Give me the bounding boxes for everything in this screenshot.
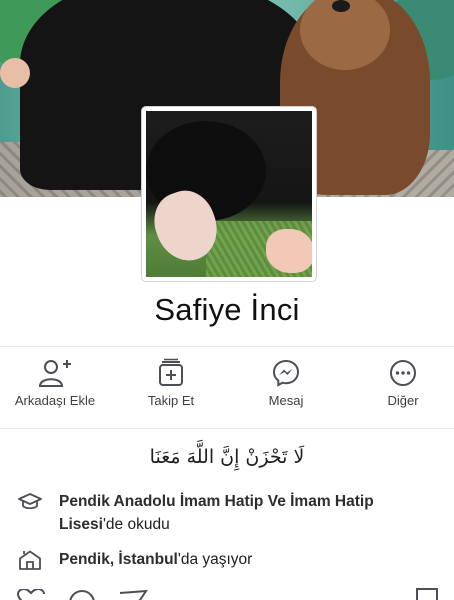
add-friend-button[interactable]: Arkadaşı Ekle [0, 358, 110, 408]
education-suffix: 'de okudu [102, 516, 170, 533]
education-info[interactable]: Pendik Anadolu İmam Hatip Ve İmam Hatip … [18, 490, 438, 538]
message-button[interactable]: Mesaj [231, 358, 341, 408]
bottom-icon-row [0, 585, 454, 600]
add-friend-label: Arkadaşı Ekle [14, 393, 96, 408]
message-label: Mesaj [268, 393, 304, 408]
more-button[interactable]: Diğer [348, 358, 454, 408]
bio-text: لَا تَحْزَنْ إِنَّ اللَّهَ مَعَنَا [149, 446, 305, 468]
heart-icon[interactable] [16, 589, 46, 600]
location-suffix: 'da yaşıyor [177, 551, 253, 568]
bookmark-icon[interactable] [414, 587, 440, 600]
follow-label: Takip Et [147, 393, 195, 408]
graduation-cap-icon [18, 493, 42, 510]
divider [0, 346, 454, 347]
profile-name: Safiye İnci [154, 292, 300, 327]
location-name[interactable]: Pendik, İstanbul [59, 551, 178, 568]
action-row: Arkadaşı Ekle Takip Et Mesaj Diğer [0, 358, 454, 418]
divider [0, 428, 454, 429]
follow-button[interactable]: Takip Et [116, 358, 226, 408]
home-icon [19, 550, 41, 570]
share-icon[interactable] [118, 589, 148, 600]
follow-icon [159, 358, 183, 386]
profile-picture[interactable] [142, 107, 316, 281]
more-icon [390, 360, 416, 386]
more-label: Diğer [387, 393, 419, 408]
comment-icon[interactable] [68, 589, 96, 600]
add-friend-icon [38, 360, 71, 387]
messenger-icon [272, 359, 300, 387]
location-info[interactable]: Pendik, İstanbul'da yaşıyor [18, 548, 438, 572]
